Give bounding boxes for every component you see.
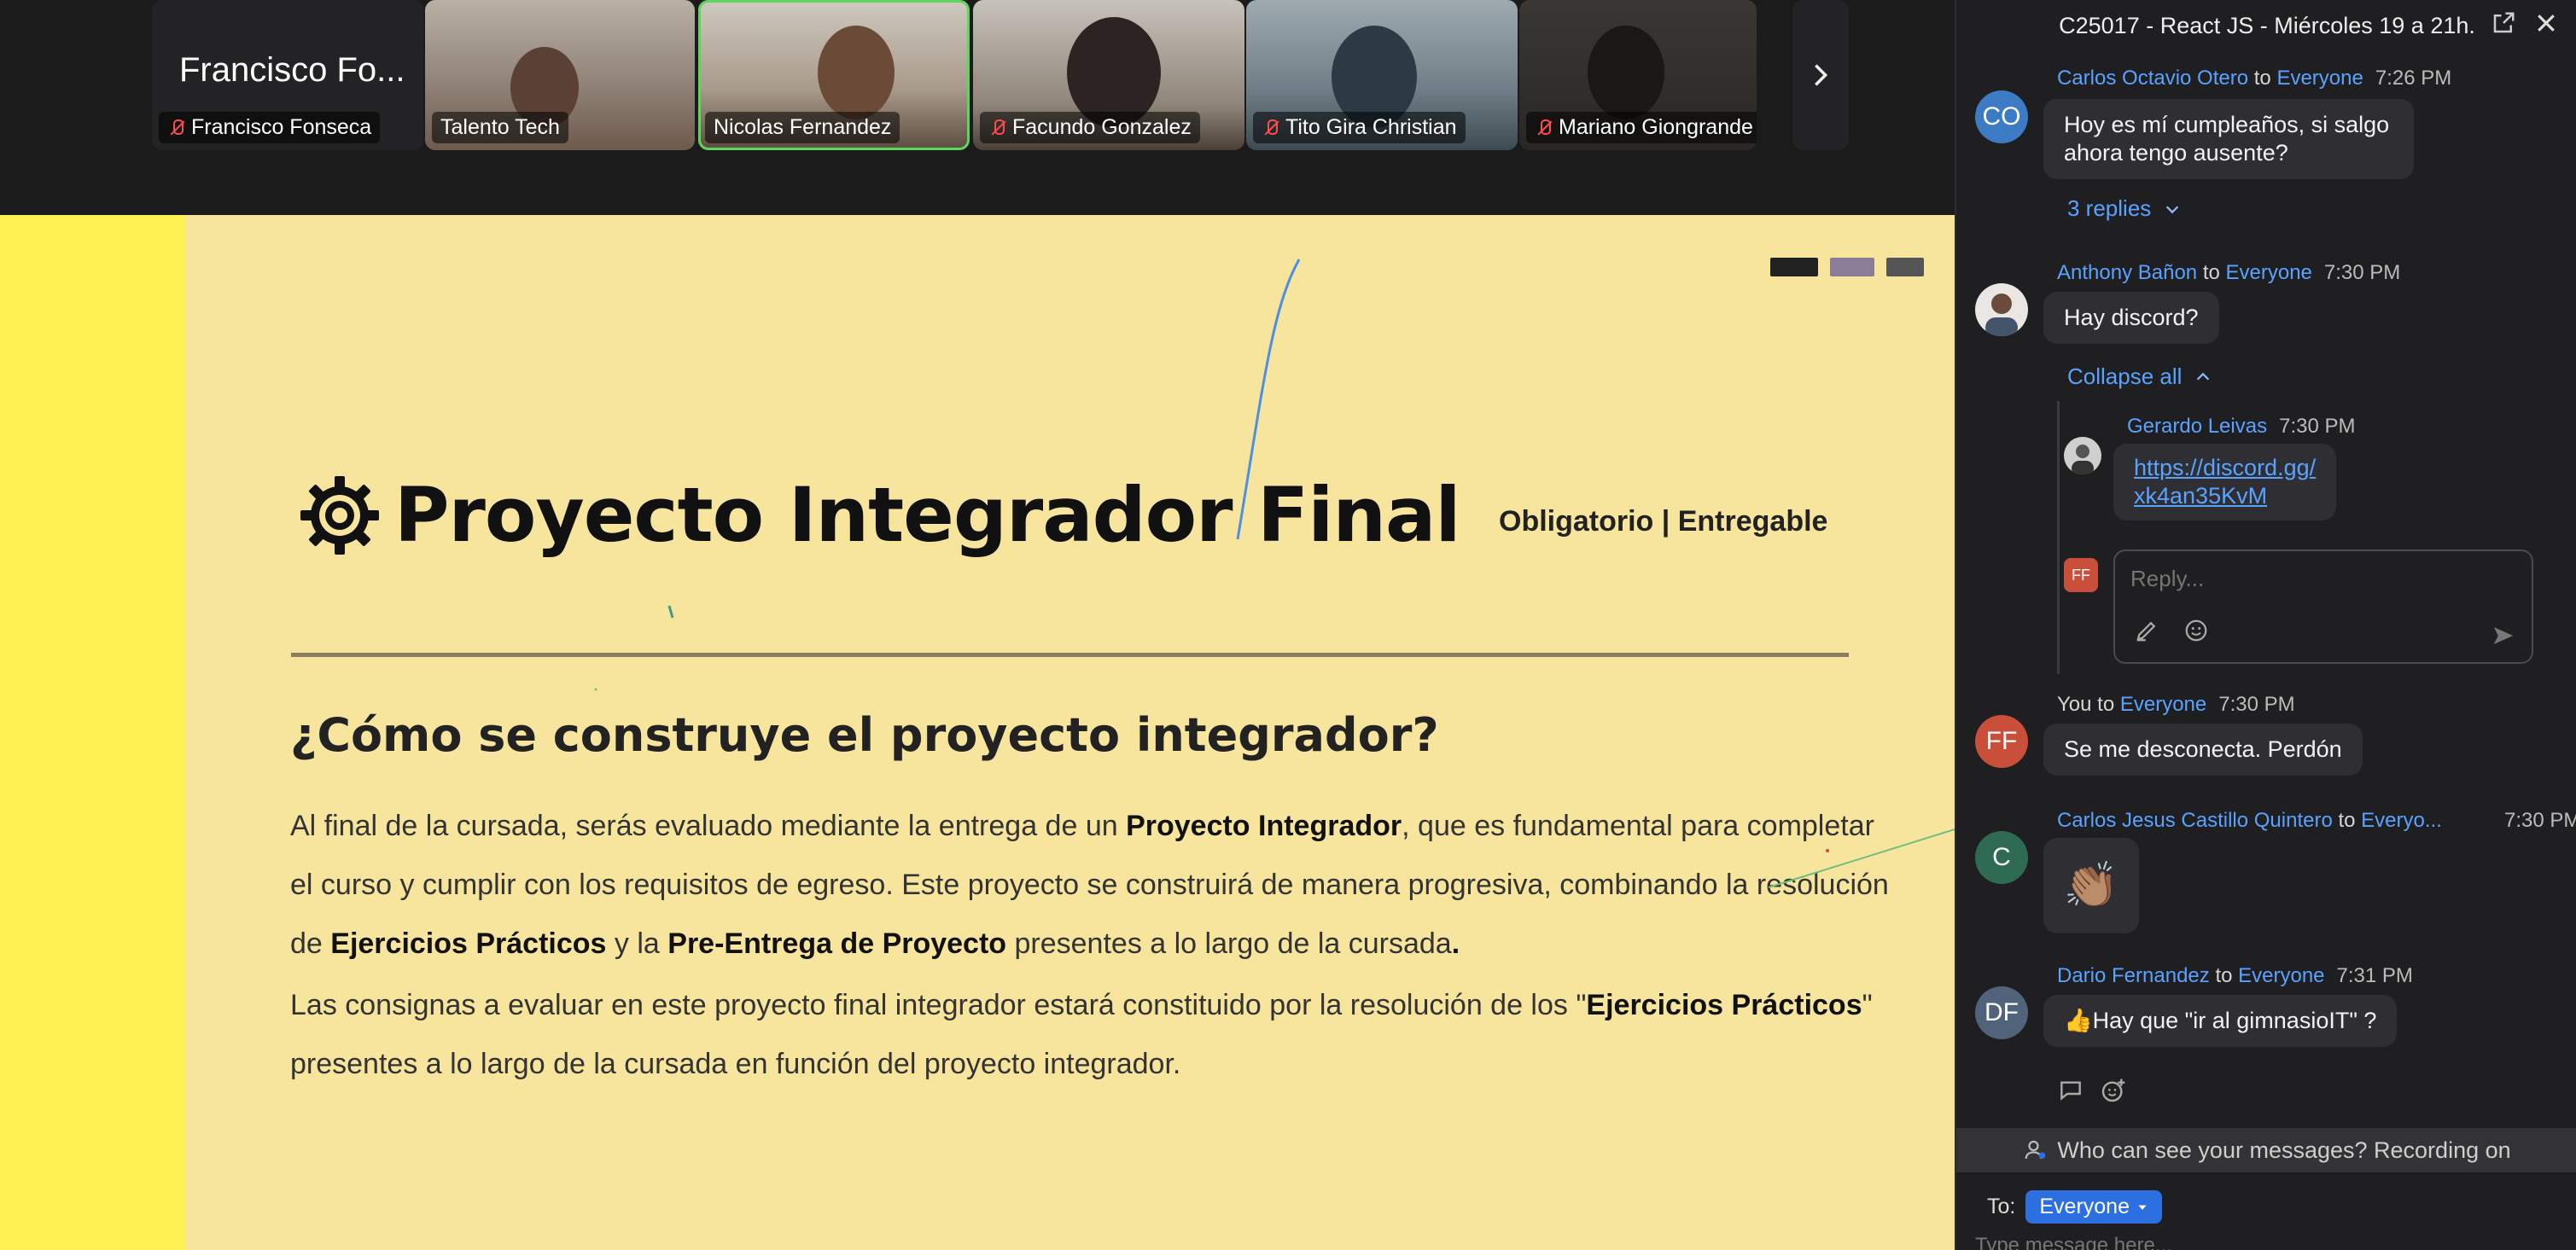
avatar: [2064, 437, 2101, 474]
collapse-all-toggle[interactable]: Collapse all: [2067, 363, 2212, 390]
chevron-down-icon: [2166, 205, 2179, 213]
participant-tile[interactable]: Tito Gira Christian: [1246, 0, 1518, 150]
message-meta: You to Everyone 7:30 PM: [2057, 693, 2295, 716]
reply-input[interactable]: [2130, 561, 2506, 596]
message-meta: Carlos Jesus Castillo Quintero to Everyo…: [2057, 809, 2576, 832]
muted-mic-icon: [988, 119, 1007, 137]
logo-ba: [1770, 258, 1818, 276]
chat-panel: C25017 - React JS - Miércoles 19 a 21h. …: [1955, 0, 2576, 1250]
participant-tile[interactable]: Mariano Giongrande: [1519, 0, 1757, 150]
message-bubble[interactable]: https://discord.gg/xk4an35KvM: [2113, 444, 2337, 520]
participant-name-label: Francisco Fonseca: [159, 112, 381, 143]
add-reaction-icon[interactable]: [2100, 1077, 2127, 1104]
participant-tile[interactable]: Talento Tech: [425, 0, 695, 150]
avatar: CO: [1975, 90, 2028, 143]
reply-composer[interactable]: [2113, 549, 2533, 664]
participant-name-label: Mariano Giongrande: [1526, 112, 1757, 143]
muted-mic-icon: [1262, 119, 1280, 137]
participant-video: [818, 26, 895, 119]
slide-paragraph-1: Al final de la cursada, serás evaluado m…: [290, 810, 1889, 960]
chat-header: C25017 - React JS - Miércoles 19 a 21h.: [1956, 0, 2576, 51]
slide-paragraph-2: Las consignas a evaluar en este proyecto…: [290, 989, 1873, 1080]
slide-tags: Obligatorio | Entregable: [1499, 505, 1828, 538]
participant-name-label: Facundo Gonzalez: [980, 112, 1200, 143]
format-text-icon[interactable]: [2134, 618, 2159, 643]
user-photo-icon: [1985, 294, 2018, 336]
message-meta: Gerardo Leivas 7:30 PM: [2127, 415, 2356, 438]
send-icon[interactable]: [2491, 623, 2516, 648]
gear-icon: [300, 475, 379, 555]
avatar: [1975, 283, 2028, 336]
meeting-area: Francisco Fo... Francisco Fonseca Talent…: [0, 0, 1955, 1250]
muted-mic-icon: [1535, 119, 1553, 137]
chevron-right-icon: [1815, 64, 1828, 86]
emoji-icon[interactable]: [2183, 618, 2209, 643]
avatar: FF: [1975, 715, 2028, 768]
recipient-row: To: Everyone: [1987, 1190, 2162, 1224]
popout-icon[interactable]: [2491, 10, 2516, 36]
slide-title-text: Proyecto Integrador Final: [394, 471, 1461, 559]
recipient-dropdown[interactable]: Everyone: [2025, 1190, 2162, 1224]
shared-slide: Proyecto Integrador Final Obligatorio | …: [0, 215, 1955, 1250]
sponsor-logos: [1770, 258, 1924, 276]
user-photo-icon: [2072, 445, 2094, 474]
participant-name-label: Talento Tech: [432, 112, 568, 143]
logo-talento-tech: [1886, 258, 1924, 276]
message-bubble[interactable]: Se me desconecta. Perdón: [2043, 724, 2363, 776]
caret-down-icon: [2138, 1205, 2147, 1210]
person-info-icon: [2025, 1140, 2046, 1160]
slide-title: Proyecto Integrador Final: [297, 471, 1461, 559]
message-meta: Anthony Bañon to Everyone 7:30 PM: [2057, 261, 2401, 284]
participant-tile[interactable]: Facundo Gonzalez: [973, 0, 1244, 150]
avatar: FF: [2064, 558, 2098, 592]
reply-thread-icon[interactable]: [2057, 1077, 2084, 1104]
avatar: C: [1975, 831, 2028, 884]
chevron-up-icon: [2197, 372, 2210, 381]
message-meta: Carlos Octavio Otero to Everyone 7:26 PM: [2057, 67, 2452, 90]
logo-buenos-aires: [1830, 258, 1874, 276]
replies-toggle[interactable]: 3 replies: [2067, 195, 2182, 222]
participant-video: [1588, 26, 1664, 119]
message-meta: Dario Fernandez to Everyone 7:31 PM: [2057, 964, 2413, 987]
message-bubble[interactable]: 👏🏽: [2043, 838, 2139, 933]
participant-display-name: Francisco Fo...: [179, 51, 405, 89]
slide-heading: ¿Cómo se construye el proyecto integrado…: [290, 708, 1439, 762]
next-participants-button[interactable]: [1792, 0, 1849, 150]
muted-mic-icon: [167, 119, 186, 137]
message-input[interactable]: [1975, 1233, 2556, 1250]
thread-line: [2057, 401, 2060, 674]
divider: [291, 653, 1849, 657]
privacy-notice[interactable]: Who can see your messages? Recording on: [1956, 1128, 2576, 1172]
participant-tile-speaking[interactable]: Nicolas Fernandez: [698, 0, 970, 150]
close-icon[interactable]: [2533, 10, 2559, 36]
message-bubble[interactable]: 👍Hay que "ir al gimnasioIT" ?: [2043, 995, 2398, 1047]
chat-title: C25017 - React JS - Miércoles 19 a 21h.: [2059, 12, 2475, 38]
participant-tile[interactable]: Francisco Fo... Francisco Fonseca: [152, 0, 423, 150]
message-bubble[interactable]: Hay discord?: [2043, 292, 2219, 344]
participant-name-label: Nicolas Fernandez: [705, 112, 900, 143]
zoom-window: Francisco Fo... Francisco Fonseca Talent…: [0, 0, 2576, 1250]
discord-link[interactable]: https://discord.gg/xk4an35KvM: [2134, 455, 2316, 509]
participant-name-label: Tito Gira Christian: [1253, 112, 1466, 143]
video-strip: Francisco Fo... Francisco Fonseca Talent…: [0, 0, 1955, 215]
slide-side-bar: [0, 215, 185, 1250]
avatar: DF: [1975, 986, 2028, 1039]
message-bubble[interactable]: Hoy es mí cumpleaños, si salgo ahora ten…: [2043, 99, 2414, 179]
